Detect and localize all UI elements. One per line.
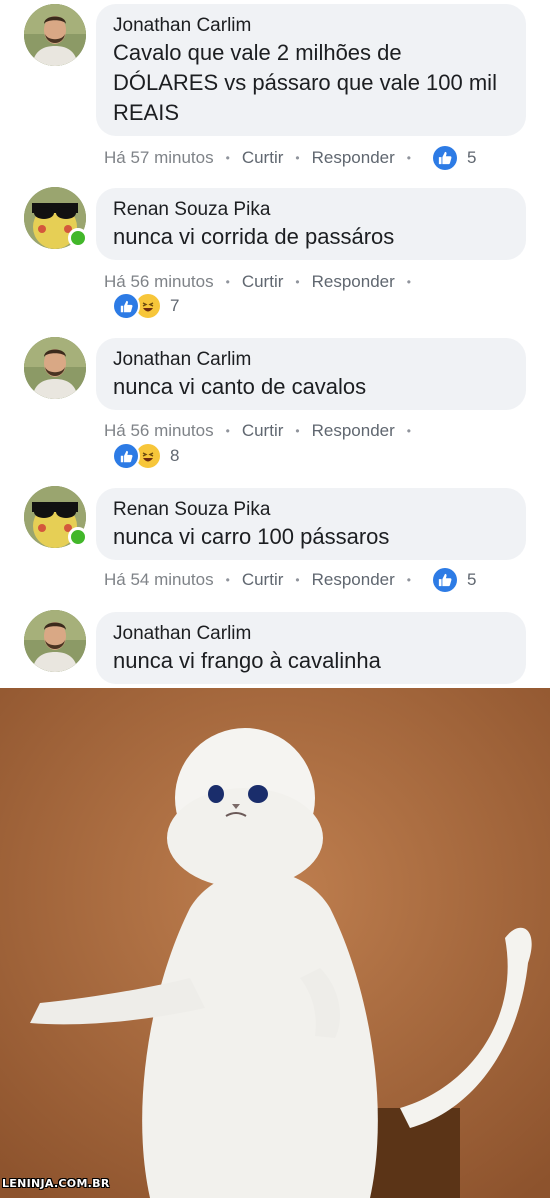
reply-link[interactable]: Responder: [312, 421, 395, 441]
comment-author[interactable]: Jonathan Carlim: [113, 348, 510, 372]
watermark: LENINJA.COM.BR: [2, 1177, 110, 1190]
avatar[interactable]: [24, 4, 86, 66]
comment-author[interactable]: Jonathan Carlim: [113, 622, 510, 646]
comment-bubble: Jonathan Carlim nunca vi frango à cavali…: [96, 612, 526, 684]
separator-dot: •: [406, 275, 411, 289]
comment-meta: Há 54 minutos • Curtir • Responder • 5: [104, 567, 476, 593]
comment-author[interactable]: Jonathan Carlim: [113, 14, 510, 38]
comment-text: nunca vi frango à cavalinha: [113, 648, 381, 673]
separator-dot: •: [295, 275, 300, 289]
separator-dot: •: [225, 424, 230, 438]
online-status-icon: [68, 527, 88, 547]
comment-thread: Jonathan Carlim Cavalo que vale 2 milhõe…: [0, 0, 550, 688]
avatar-photo-icon: [24, 337, 86, 399]
comment-author[interactable]: Renan Souza Pika: [113, 198, 510, 222]
comment-bubble: Jonathan Carlim nunca vi canto de cavalo…: [96, 338, 526, 410]
comment-text: nunca vi corrida de passáros: [113, 224, 395, 249]
like-reaction-icon[interactable]: [432, 146, 457, 170]
separator-dot: •: [406, 151, 411, 165]
like-reaction-icon: [112, 292, 140, 320]
separator-dot: •: [225, 275, 230, 289]
comment-meta: Há 57 minutos • Curtir • Responder • 5: [104, 145, 476, 171]
comment-time[interactable]: Há 54 minutos: [104, 570, 214, 590]
comment-bubble: Renan Souza Pika nunca vi carro 100 páss…: [96, 488, 526, 560]
like-link[interactable]: Curtir: [242, 570, 284, 590]
reaction-count: 7: [170, 296, 180, 315]
avatar[interactable]: [24, 610, 86, 672]
online-status-icon: [68, 228, 88, 248]
avatar[interactable]: [24, 337, 86, 399]
separator-dot: •: [225, 573, 230, 587]
reaction-count: 8: [170, 446, 180, 465]
like-reaction-icon[interactable]: [432, 568, 457, 592]
comment-time[interactable]: Há 56 minutos: [104, 272, 214, 292]
comment-text: nunca vi canto de cavalos: [113, 374, 367, 399]
reaction-summary[interactable]: 7: [112, 292, 179, 320]
reply-link[interactable]: Responder: [312, 272, 395, 292]
meme-photo: LENINJA.COM.BR: [0, 688, 550, 1198]
comment-text: Cavalo que vale 2 milhões de DÓLARES vs …: [113, 40, 497, 125]
like-link[interactable]: Curtir: [242, 272, 284, 292]
comment-author[interactable]: Renan Souza Pika: [113, 498, 510, 522]
reaction-count[interactable]: 5: [467, 570, 476, 590]
reply-link[interactable]: Responder: [312, 148, 395, 168]
reaction-summary[interactable]: 8: [112, 442, 179, 470]
cat-photo-icon: [0, 688, 550, 1198]
comment-time[interactable]: Há 57 minutos: [104, 148, 214, 168]
separator-dot: •: [295, 151, 300, 165]
reply-link[interactable]: Responder: [312, 570, 395, 590]
comment-bubble: Jonathan Carlim Cavalo que vale 2 milhõe…: [96, 4, 526, 136]
comment-meta: Há 56 minutos • Curtir • Responder •: [104, 418, 423, 444]
comment-time[interactable]: Há 56 minutos: [104, 421, 214, 441]
reaction-count[interactable]: 5: [467, 148, 476, 168]
comment-text: nunca vi carro 100 pássaros: [113, 524, 390, 549]
separator-dot: •: [406, 573, 411, 587]
separator-dot: •: [295, 424, 300, 438]
like-link[interactable]: Curtir: [242, 421, 284, 441]
separator-dot: •: [406, 424, 411, 438]
comment-bubble: Renan Souza Pika nunca vi corrida de pas…: [96, 188, 526, 260]
like-reaction-icon: [112, 442, 140, 470]
like-link[interactable]: Curtir: [242, 148, 284, 168]
avatar-photo-icon: [24, 4, 86, 66]
separator-dot: •: [295, 573, 300, 587]
separator-dot: •: [225, 151, 230, 165]
avatar-photo-icon: [24, 610, 86, 672]
